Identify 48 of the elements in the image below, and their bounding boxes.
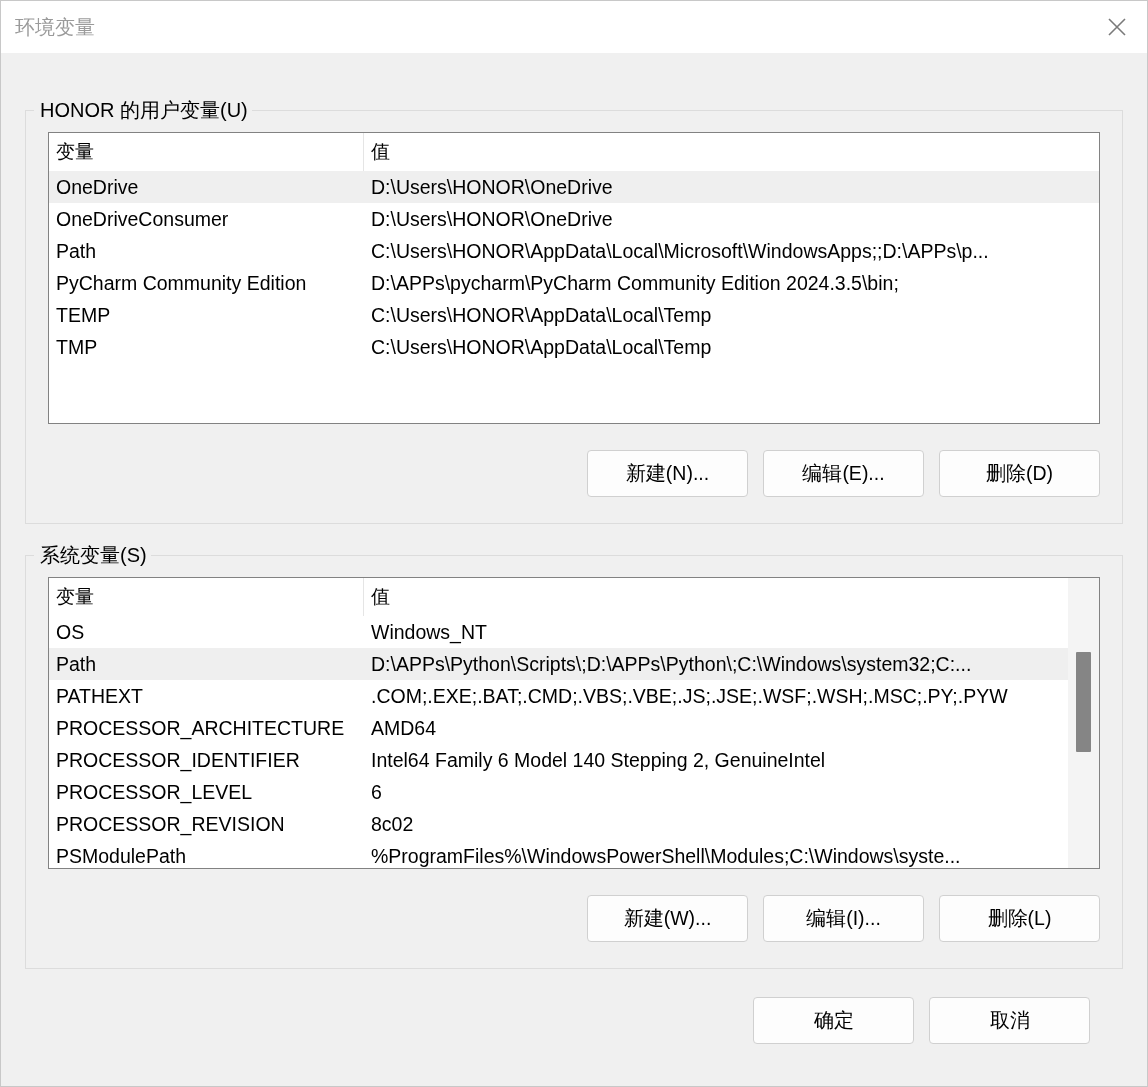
variable-name: PROCESSOR_IDENTIFIER bbox=[55, 747, 301, 774]
variable-value: C:\Users\HONOR\AppData\Local\Microsoft\WindowsApps;;D:\APPs\p... bbox=[370, 238, 990, 264]
variable-value: D:\APPs\Python\Scripts\;D:\APPs\Python\;C:\Windows\system32;C:... bbox=[370, 651, 973, 677]
list-row[interactable]: OneDrive D:\Users\HONOR\OneDrive bbox=[49, 171, 1099, 203]
variable-name: PyCharm Community Edition bbox=[55, 270, 308, 296]
column-header[interactable]: 值 bbox=[364, 578, 1068, 616]
variable-name: Path bbox=[55, 238, 98, 264]
variable-value: D:\Users\HONOR\OneDrive bbox=[370, 174, 614, 200]
variable-name: TEMP bbox=[55, 302, 112, 328]
dialog-button[interactable]: 取消 bbox=[929, 997, 1090, 1044]
group-title: HONOR 的用户变量(U) bbox=[39, 98, 249, 123]
group-title: 系统变量(S) bbox=[39, 543, 148, 568]
variable-name: PROCESSOR_REVISION bbox=[55, 811, 286, 838]
variable-name: OneDriveConsumer bbox=[55, 206, 230, 232]
variable-value: AMD64 bbox=[370, 715, 438, 741]
window-title: 环境变量 bbox=[15, 14, 95, 40]
variable-name: OS bbox=[55, 619, 86, 645]
variable-value: 6 bbox=[370, 779, 383, 805]
variable-value: .COM;.EXE;.BAT;.CMD;.VBS;.VBE;.JS;.JSE;.WSF;.WSH;.MSC;.PY;.PYW bbox=[370, 683, 1009, 709]
action-button[interactable]: 删除(D) bbox=[939, 450, 1100, 497]
column-header[interactable]: 值 bbox=[364, 133, 1099, 171]
scrollbar-thumb[interactable] bbox=[1076, 652, 1091, 752]
variable-name: Path bbox=[55, 651, 98, 677]
action-button[interactable]: 删除(L) bbox=[939, 895, 1100, 942]
variable-value: Intel64 Family 6 Model 140 Stepping 2, GenuineIntel bbox=[370, 747, 827, 773]
variable-value: C:\Users\HONOR\AppData\Local\Temp bbox=[370, 302, 713, 328]
variable-name: PROCESSOR_ARCHITECTURE bbox=[55, 715, 346, 742]
variable-value: D:\APPs\pycharm\PyCharm Community Edition 2024.3.5\bin; bbox=[370, 270, 900, 296]
variable-name: PATHEXT bbox=[55, 683, 145, 709]
variable-value: 8c02 bbox=[370, 811, 415, 837]
variable-value: Windows_NT bbox=[370, 619, 488, 646]
variable-list[interactable] bbox=[48, 577, 1100, 869]
dialog-button[interactable]: 确定 bbox=[753, 997, 914, 1044]
variable-value: C:\Users\HONOR\AppData\Local\Temp bbox=[370, 334, 713, 360]
variable-name: TMP bbox=[55, 334, 99, 360]
variable-value: %ProgramFiles%\WindowsPowerShell\Modules;C:\Windows\syste... bbox=[370, 843, 962, 868]
action-button[interactable]: 编辑(E)... bbox=[763, 450, 924, 497]
variable-name: PSModulePath bbox=[55, 843, 188, 868]
variable-value: D:\Users\HONOR\OneDrive bbox=[370, 206, 614, 232]
variable-list[interactable] bbox=[48, 132, 1100, 424]
scrollbar[interactable] bbox=[1068, 578, 1099, 868]
action-button[interactable]: 新建(N)... bbox=[587, 450, 748, 497]
variable-name: PROCESSOR_LEVEL bbox=[55, 779, 254, 806]
variable-name: OneDrive bbox=[55, 174, 140, 200]
close-icon bbox=[1108, 18, 1126, 36]
action-button[interactable]: 新建(W)... bbox=[587, 895, 748, 942]
list-row[interactable]: Path D:\APPs\Python\Scripts\;D:\APPs\Python\;C:\Windows\system32;C:... bbox=[49, 648, 1068, 680]
action-button[interactable]: 编辑(I)... bbox=[763, 895, 924, 942]
